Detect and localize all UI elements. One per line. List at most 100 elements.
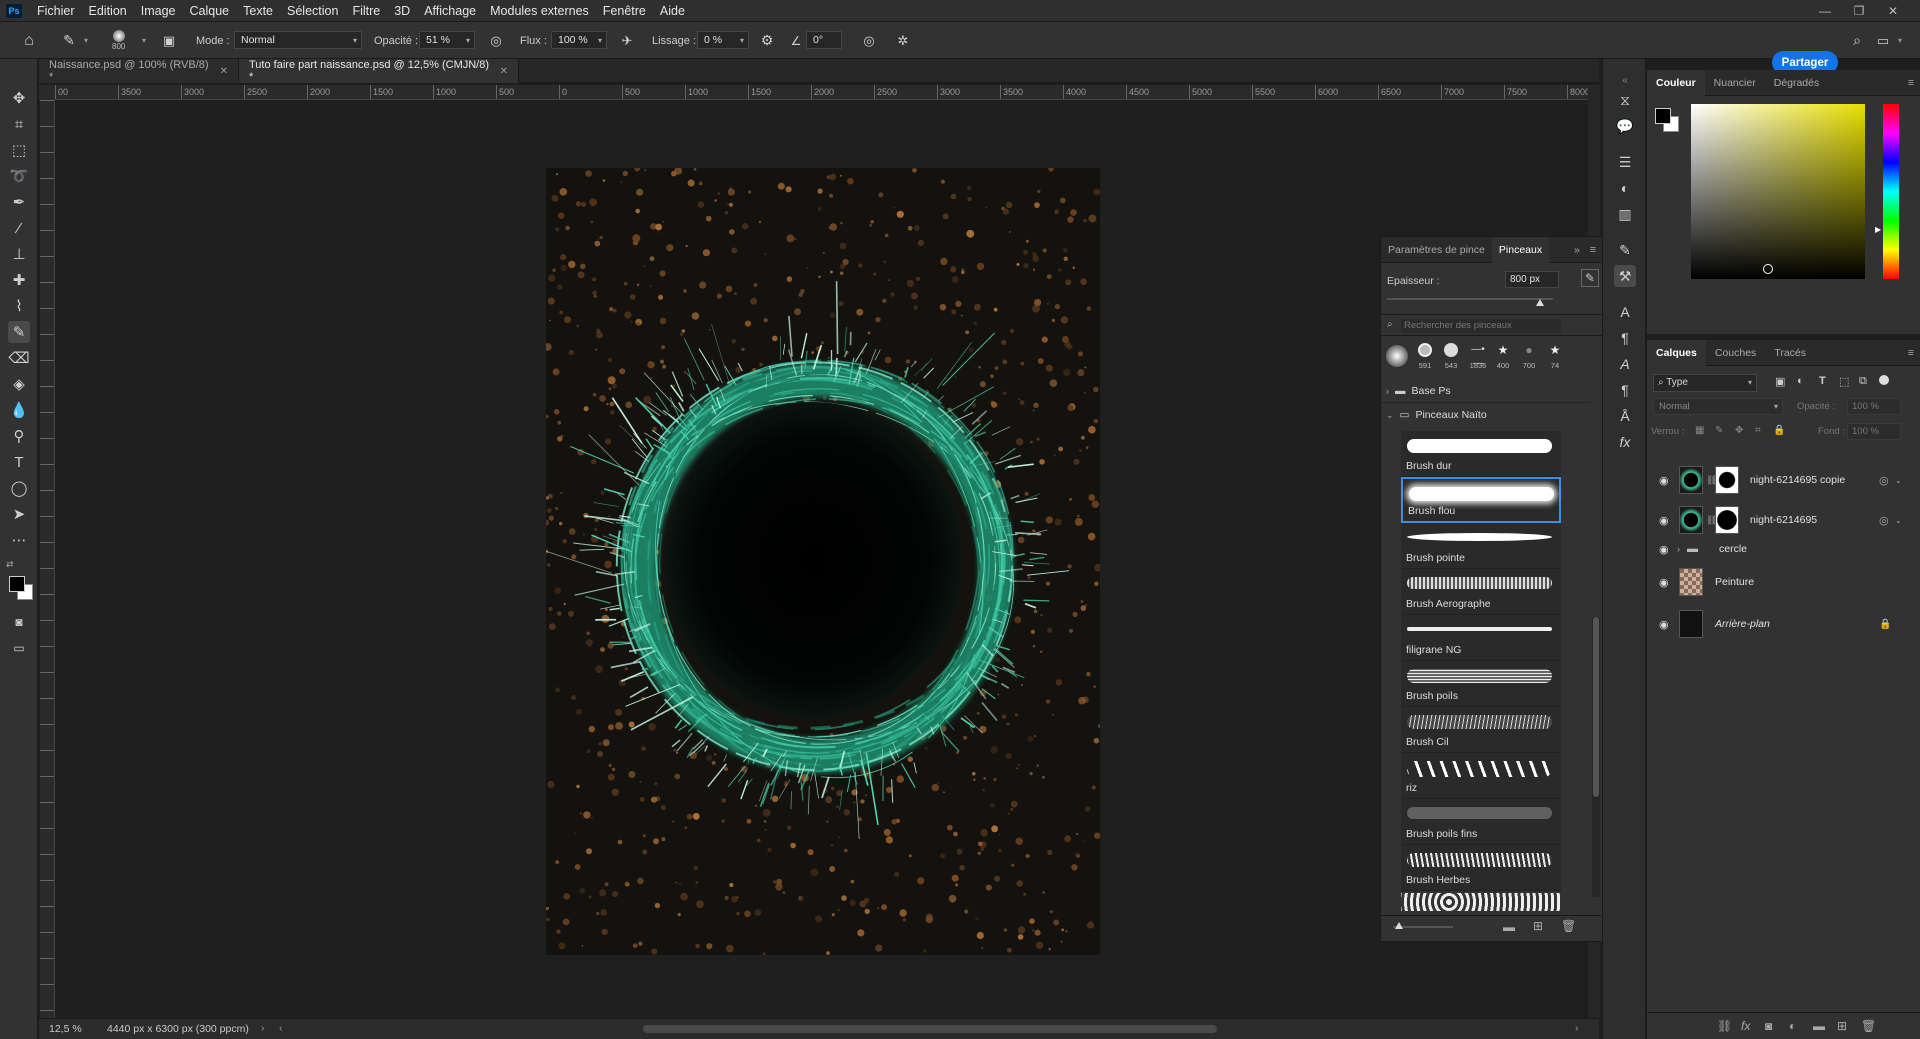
layer-group-row[interactable]: ◉ › ▬ cercle bbox=[1647, 535, 1920, 563]
layer-row[interactable]: ◉ ⛓ night-6214695 ◎ ⌄ bbox=[1647, 500, 1920, 540]
chevron-down-icon[interactable]: ⌄ bbox=[1895, 476, 1902, 485]
eraser-tool-icon[interactable]: ⌫ bbox=[8, 347, 30, 369]
recent-brush-soft-round[interactable] bbox=[1386, 345, 1408, 367]
visibility-eye-icon[interactable]: ◉ bbox=[1659, 543, 1669, 556]
filter-smart-object-icon[interactable]: ⧉ bbox=[1859, 375, 1867, 388]
brush-settings-icon[interactable]: ⚒ bbox=[1614, 265, 1636, 287]
layer-mask-thumbnail[interactable] bbox=[1715, 466, 1739, 494]
color-field[interactable] bbox=[1691, 104, 1865, 279]
brush-size-picker[interactable]: 800 bbox=[112, 22, 125, 59]
tab-degrades[interactable]: Dégradés bbox=[1765, 70, 1829, 96]
layer-mask-thumbnail[interactable] bbox=[1715, 506, 1739, 534]
menu-3d[interactable]: 3D bbox=[387, 0, 417, 22]
brush-tool-icon[interactable]: ✎ bbox=[8, 321, 30, 343]
document-canvas[interactable] bbox=[546, 168, 1100, 955]
layer-row[interactable]: ◉ ⛓ night-6214695 copie ◎ ⌄ bbox=[1647, 460, 1920, 500]
blur-tool-icon[interactable]: 💧 bbox=[8, 399, 30, 421]
menu-aide[interactable]: Aide bbox=[653, 0, 692, 22]
menu-calque[interactable]: Calque bbox=[183, 0, 237, 22]
brush-item[interactable]: Brush dur bbox=[1401, 431, 1561, 477]
visibility-eye-icon[interactable]: ◉ bbox=[1659, 474, 1669, 487]
menu-edition[interactable]: Edition bbox=[82, 0, 134, 22]
new-group-icon[interactable]: ▬ bbox=[1503, 920, 1515, 934]
home-icon[interactable]: ⌂ bbox=[18, 22, 40, 59]
recent-brush-74[interactable]: ★ 74 bbox=[1545, 343, 1565, 371]
type-tool-icon[interactable]: T bbox=[8, 451, 30, 473]
fx-icon[interactable]: fx bbox=[1741, 1019, 1750, 1033]
filter-adjustment-icon[interactable]: ◐ bbox=[1797, 375, 1804, 387]
tab-brushes[interactable]: Pinceaux bbox=[1491, 236, 1550, 263]
brush-item[interactable]: Brush Aerographe bbox=[1401, 569, 1561, 615]
preview-slider-handle[interactable] bbox=[1395, 922, 1403, 929]
angle-field[interactable]: 0° bbox=[806, 31, 842, 49]
layer-opacity-field[interactable]: 100 % bbox=[1847, 398, 1901, 415]
size-field[interactable]: 800 px bbox=[1505, 271, 1559, 288]
tab-brush-settings[interactable]: Paramètres de pince bbox=[1381, 237, 1492, 263]
adjustment-layer-icon[interactable]: ◐ bbox=[1789, 1019, 1796, 1033]
brush-settings-toggle-icon[interactable]: ▣ bbox=[160, 22, 178, 59]
history-icon[interactable]: ⧖ bbox=[1614, 89, 1636, 111]
brush-picker-dropdown-icon[interactable]: ▾ bbox=[142, 22, 146, 59]
tab-couleur[interactable]: Couleur bbox=[1647, 69, 1705, 96]
glyphs-icon[interactable]: A bbox=[1614, 353, 1636, 375]
blend-mode-select[interactable]: Normal ▾ bbox=[1653, 398, 1783, 415]
workspace-dropdown-icon[interactable]: ▾ bbox=[1898, 22, 1902, 59]
move-tool-icon[interactable]: ✥ bbox=[8, 87, 30, 109]
menu-fichier[interactable]: Fichier bbox=[30, 0, 82, 22]
brush-item[interactable]: Brush Cil bbox=[1401, 707, 1561, 753]
mode-select[interactable]: Normal ▾ bbox=[234, 31, 362, 49]
brush-preview-icon[interactable]: ✎ bbox=[1581, 269, 1599, 287]
hue-slider[interactable] bbox=[1883, 104, 1899, 279]
recent-brush-591[interactable]: 591 bbox=[1415, 343, 1435, 371]
foreground-color-swatch[interactable] bbox=[9, 576, 25, 592]
lock-image-icon[interactable]: ✎ bbox=[1715, 425, 1723, 436]
close-icon[interactable]: ✕ bbox=[500, 66, 508, 77]
brush-item[interactable]: Brush Herbes bbox=[1401, 845, 1561, 891]
layer-filter-select[interactable]: ⌕ Type ▾ bbox=[1653, 374, 1757, 392]
close-icon[interactable]: ✕ bbox=[220, 66, 228, 77]
filter-shape-icon[interactable]: ⬚ bbox=[1839, 375, 1849, 388]
histogram-icon[interactable]: ▥ bbox=[1614, 203, 1636, 225]
flux-field[interactable]: 100 % ▾ bbox=[551, 31, 607, 49]
hue-slider-handle[interactable]: ▶ bbox=[1875, 225, 1881, 234]
foreground-color-swatch[interactable] bbox=[1655, 108, 1671, 124]
swap-colors-icon[interactable]: ⇄ bbox=[6, 559, 14, 570]
recent-brush-543[interactable]: 543 bbox=[1441, 343, 1461, 371]
zoom-level[interactable]: 12,5 % bbox=[49, 1023, 82, 1035]
group-base-ps[interactable]: › ▬ Base Ps bbox=[1381, 379, 1591, 403]
new-layer-icon[interactable]: ⊞ bbox=[1837, 1019, 1847, 1033]
quick-mask-icon[interactable]: ◙ bbox=[8, 611, 30, 633]
lock-artboard-icon[interactable]: ⌗ bbox=[1755, 425, 1761, 436]
menu-selection[interactable]: Sélection bbox=[280, 0, 345, 22]
smart-filter-icon[interactable]: ◎ bbox=[1879, 514, 1889, 527]
visibility-eye-icon[interactable]: ◉ bbox=[1659, 618, 1669, 631]
photoshop-logo[interactable]: Ps bbox=[6, 3, 22, 18]
filter-pixel-icon[interactable]: ▣ bbox=[1775, 375, 1785, 388]
lock-all-icon[interactable]: 🔒 bbox=[1773, 425, 1785, 436]
layer-fill-field[interactable]: 100 % bbox=[1847, 423, 1901, 440]
brush-item[interactable]: filigrane NG bbox=[1401, 615, 1561, 661]
menu-modules-externes[interactable]: Modules externes bbox=[483, 0, 596, 22]
styles-fx-icon[interactable]: fx bbox=[1614, 431, 1636, 453]
brush-item[interactable]: riz bbox=[1401, 753, 1561, 799]
brush-search-input[interactable]: Rechercher des pinceaux bbox=[1401, 319, 1561, 333]
brush-tool-preset-icon[interactable]: ✎ bbox=[58, 22, 80, 59]
tab-tuto-faire-part[interactable]: Tuto faire part naissance.psd @ 12,5% (C… bbox=[239, 59, 519, 83]
delete-icon[interactable]: 🗑 bbox=[1561, 919, 1576, 933]
color-picker-cursor[interactable] bbox=[1763, 264, 1773, 274]
marquee-tool-icon[interactable]: ⬚ bbox=[8, 139, 30, 161]
crop-tool-icon[interactable]: ⌗ bbox=[8, 113, 30, 135]
size-slider-handle[interactable] bbox=[1536, 299, 1544, 306]
search-icon[interactable]: ⌕ bbox=[1848, 22, 1866, 59]
layer-row[interactable]: ◉ Peinture bbox=[1647, 562, 1920, 602]
scroll-left-icon[interactable]: ‹ bbox=[279, 1022, 283, 1034]
layer-row[interactable]: ◉ Arrière-plan 🔒 bbox=[1647, 604, 1920, 644]
smart-filter-icon[interactable]: ◎ bbox=[1879, 474, 1889, 487]
pen-tool-icon[interactable]: ✒ bbox=[8, 191, 30, 213]
paragraph-icon[interactable]: ¶ bbox=[1614, 327, 1636, 349]
quick-select-tool-icon[interactable]: ⁄ bbox=[8, 217, 30, 239]
chevron-right-icon[interactable]: › bbox=[1677, 544, 1680, 554]
brush-search[interactable]: ⌕ Rechercher des pinceaux bbox=[1381, 314, 1602, 336]
visibility-eye-icon[interactable]: ◉ bbox=[1659, 514, 1669, 527]
tab-calques[interactable]: Calques bbox=[1647, 339, 1706, 366]
